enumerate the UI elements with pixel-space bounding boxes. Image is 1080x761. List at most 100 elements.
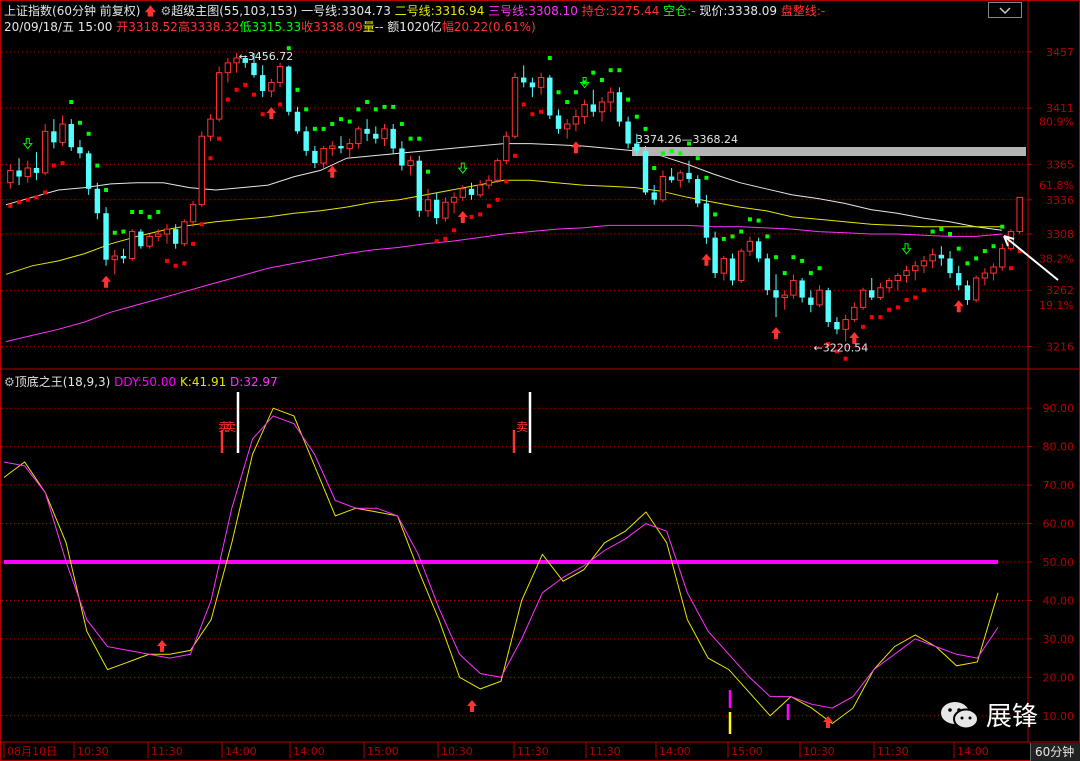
candle [511,72,519,139]
trend-dot-green [338,117,343,122]
candle [16,158,22,186]
trend-dot-green [547,56,552,60]
candle-body-down [590,104,597,112]
candle-body-down [947,258,953,274]
candle [920,256,928,274]
candle [834,317,840,335]
osc-y-tick-label: 50.00 [1043,556,1075,569]
x-tick-label: 11:30 [151,745,183,758]
candle [1016,196,1023,234]
candle [503,131,510,165]
osc-y-tick-label: 80.00 [1043,441,1075,454]
candle-body-up [859,289,867,308]
candle-body-down [799,280,805,298]
trend-dot-green [600,78,605,82]
trend-dot-red [843,356,848,361]
candle [468,182,475,200]
candle [869,278,875,300]
x-tick-label: 11:30 [517,745,549,758]
candle [537,72,545,95]
trend-dot-green [695,156,700,161]
period-button-label: 60分钟 [1035,745,1075,759]
candle-body-up [816,289,823,306]
candle-body-up [912,265,919,272]
candle-body-up [7,169,14,184]
candle [381,124,388,146]
candle [163,224,171,244]
candle-body-down [668,176,675,181]
candle-body-down [85,153,92,189]
chart-canvas[interactable]: ←3456.72←3220.543374.26—3368.24 卖卖卖 3216… [0,0,1080,761]
candle-body-up [929,254,936,262]
candle [964,280,971,305]
trend-dot-green [808,271,813,276]
candle-body-up [320,147,327,164]
trend-dot-red [434,239,439,244]
candle [390,124,396,154]
candle-body-up [268,81,275,92]
candle [286,65,292,116]
period-button[interactable]: 60分钟 [1030,743,1080,761]
candle-body-up [537,77,545,88]
candle [972,275,980,303]
candle [373,126,379,144]
candle-body-down [138,231,144,247]
y-axis: 3216 3262 3308 3336 3365 3411 3457 19.1% 38.2% 61… [1028,46,1074,723]
candle [903,265,910,283]
candle-body-up [738,250,745,281]
x-tick-label: 14:00 [957,745,989,758]
candle [755,237,762,263]
candle [616,87,623,127]
sell-label: 卖 [516,420,528,434]
candle [529,77,536,98]
candle [912,260,919,281]
candle-body-down [695,179,701,204]
x-axis: 08月10日 10:30 11:30 14:00 14:00 15:00 10:30 11:3… [3,742,989,758]
trend-dot-red [217,136,222,141]
candle-body-up [999,248,1006,268]
candle [224,58,232,83]
trend-dot-red [539,109,544,114]
trend-dot-red [469,214,474,219]
candle [312,146,318,168]
trend-dot-red [921,288,926,293]
candle [111,249,118,275]
candle-body-down [686,172,692,179]
candle-body-down [251,62,257,76]
candle-body-down [834,322,840,330]
candle [773,274,779,318]
trend-dot-red [913,295,918,300]
sell-arrow-icon [901,243,912,255]
candle-body-up [851,306,858,321]
candle [494,158,501,183]
candle-body-up [903,270,910,277]
ma-line-3 [5,224,1003,343]
trend-dot-green [573,90,578,95]
trend-dot-red [25,197,30,202]
resistance-annotation: 3374.26—3368.24 [636,133,738,146]
candle [581,99,588,124]
trend-dot-green [626,97,631,102]
trend-dot-green [669,148,674,153]
x-tick-label: 08月10日 [7,745,57,758]
trend-dot-red [225,97,230,102]
trend-dot-green [408,136,413,141]
trend-dot-green [425,169,430,174]
trend-dot-green [95,163,100,168]
candle [521,65,527,88]
trend-dot-red [495,197,500,202]
candle-body-up [215,72,223,120]
candle [799,278,805,303]
candle-body-down [68,124,74,148]
candle-body-down [433,199,440,219]
oscillator-panel: 卖卖卖 [2,392,1028,734]
candle-body-down [172,229,179,244]
trend-dot-red [443,236,448,241]
candle-body-up [459,188,466,198]
trend-dot-green [138,210,143,214]
candle [712,231,718,278]
price-annotations: ←3456.72 ←3220.54 3374.26—3368.24 [239,50,1059,355]
osc-y-tick-label: 10.00 [1043,710,1075,723]
candle-body-down [729,258,736,281]
candle-body-up [842,319,849,330]
